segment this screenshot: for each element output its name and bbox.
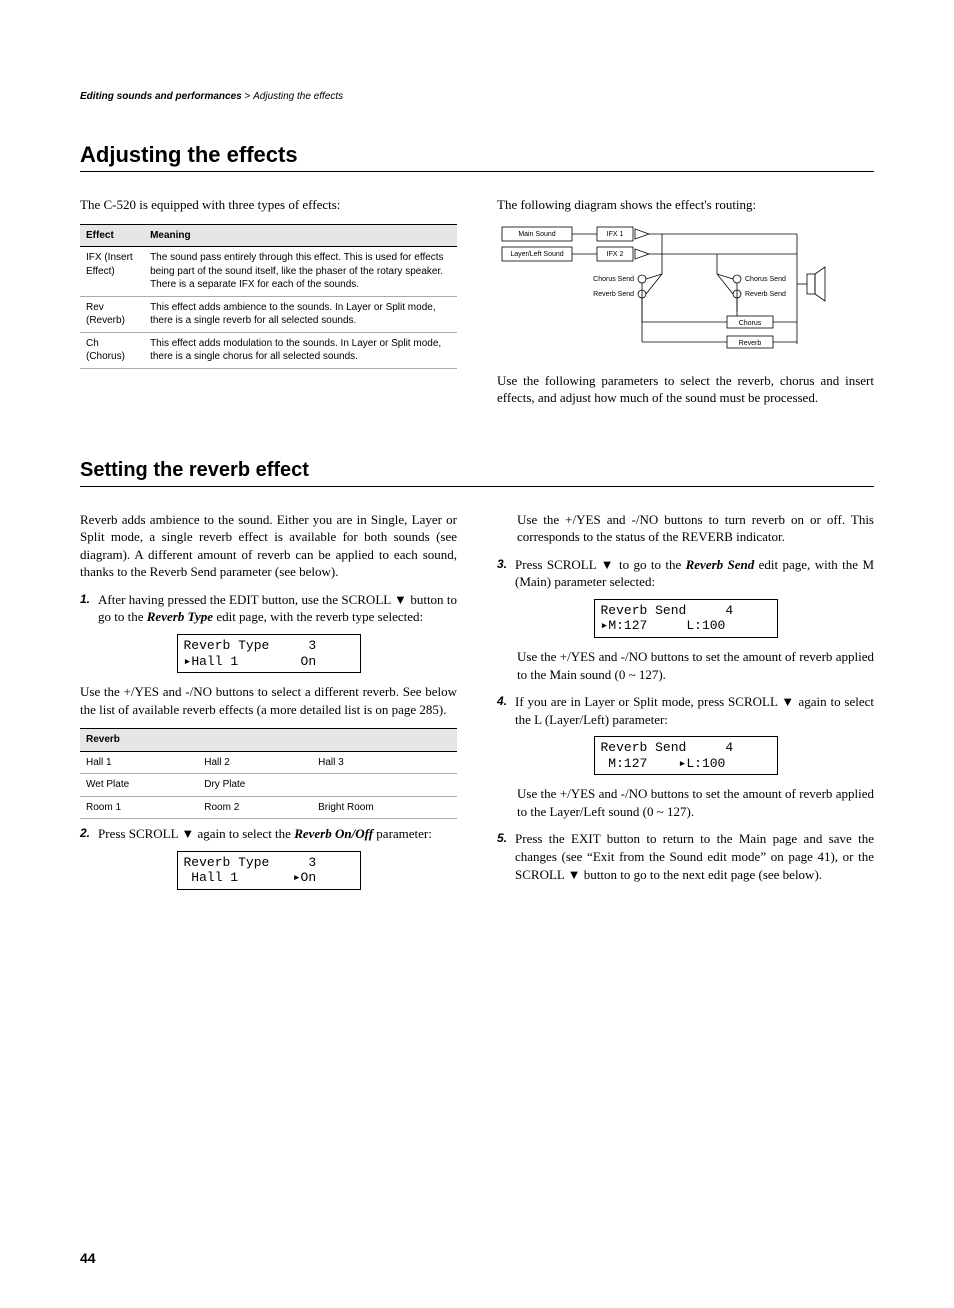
step-5: 5. Press the EXIT button to return to th… (497, 830, 874, 883)
down-arrow-icon: ▼ (394, 592, 407, 607)
breadcrumb-sep: > (244, 91, 253, 102)
diagram-reverb-send-l: Reverb Send (593, 291, 634, 298)
heading-adjusting-effects: Adjusting the effects (80, 140, 874, 173)
effects-cell: The sound pass entirely through this eff… (144, 247, 457, 297)
step1-text-a: After having pressed the EDIT button, us… (98, 592, 394, 607)
reverb-cell: Hall 3 (312, 751, 457, 774)
intro-right: The following diagram shows the effect's… (497, 196, 874, 214)
step-number: 5. (497, 830, 507, 883)
reverb-cell: Wet Plate (80, 774, 198, 797)
effects-th-effect: Effect (80, 224, 144, 247)
down-arrow-icon: ▼ (601, 557, 615, 572)
step1-bold: Reverb Type (147, 609, 213, 624)
after-diagram: Use the following parameters to select t… (497, 372, 874, 407)
breadcrumb-sub: Adjusting the effects (253, 91, 343, 102)
lcd-reverb-send-1: Reverb Send 4 ▸M:127 L:100 (594, 599, 778, 638)
step-4: 4. If you are in Layer or Split mode, pr… (497, 693, 874, 728)
step1-text-d: edit page, with the reverb type selected… (213, 609, 423, 624)
effects-cell: This effect adds ambience to the sounds.… (144, 296, 457, 332)
diagram-chorus-box: Chorus (739, 320, 762, 327)
lcd-reverb-send-2: Reverb Send 4 M:127 ▸L:100 (594, 736, 778, 775)
step-number: 2. (80, 825, 90, 843)
step2-text-a: Press SCROLL (98, 826, 181, 841)
step-1: 1. After having pressed the EDIT button,… (80, 591, 457, 626)
routing-diagram: .bx{fill:#fff;stroke:#000;stroke-width:0… (497, 224, 874, 358)
diagram-ifx2: IFX 2 (607, 251, 624, 258)
effects-cell: Ch (Chorus) (80, 332, 144, 368)
reverb-cell: Dry Plate (198, 774, 312, 797)
step2-bold: Reverb On/Off (294, 826, 373, 841)
page-number: 44 (80, 1249, 96, 1268)
step2-text-d: parameter: (373, 826, 432, 841)
down-arrow-icon: ▼ (181, 826, 194, 841)
reverb-cell (312, 774, 457, 797)
diagram-chorus-send-l: Chorus Send (593, 276, 634, 283)
step5-text-b: button to go to the next edit page (see … (581, 867, 823, 882)
after-lcd1: Use the +/YES and -/NO buttons to select… (80, 683, 457, 718)
diagram-reverb-box: Reverb (739, 340, 762, 347)
reverb-cell: Hall 2 (198, 751, 312, 774)
after-lcd4: Use the +/YES and -/NO buttons to set th… (517, 785, 874, 820)
step4-text-a: If you are in Layer or Split mode, press… (515, 694, 781, 709)
effects-cell: IFX (Insert Effect) (80, 247, 144, 297)
breadcrumb-section: Editing sounds and performances (80, 91, 242, 102)
effects-th-meaning: Meaning (144, 224, 457, 247)
reverb-intro: Reverb adds ambience to the sound. Eithe… (80, 511, 457, 581)
step-number: 1. (80, 591, 90, 626)
lcd-reverb-type-2: Reverb Type 3 Hall 1 ▸On (177, 851, 361, 890)
effects-cell: Rev (Reverb) (80, 296, 144, 332)
diagram-main-sound: Main Sound (518, 231, 555, 238)
diagram-chorus-send-r: Chorus Send (745, 276, 786, 283)
heading-setting-reverb: Setting the reverb effect (80, 457, 874, 487)
step3-text-b: to go to the (615, 557, 686, 572)
step2-text-b: again to select the (194, 826, 294, 841)
reverb-list-header: Reverb (80, 729, 457, 752)
breadcrumb: Editing sounds and performances > Adjust… (80, 90, 874, 104)
down-arrow-icon: ▼ (568, 867, 581, 882)
lcd-reverb-type-1: Reverb Type 3 ▸Hall 1 On (177, 634, 361, 673)
intro-left: The C-520 is equipped with three types o… (80, 196, 457, 214)
diagram-layer-sound: Layer/Left Sound (510, 251, 563, 258)
reverb-cell: Bright Room (312, 796, 457, 819)
effects-table: Effect Meaning IFX (Insert Effect) The s… (80, 224, 457, 369)
step3-text-a: Press SCROLL (515, 557, 601, 572)
diagram-ifx1: IFX 1 (607, 231, 624, 238)
step-number: 4. (497, 693, 507, 728)
reverb-cell: Room 1 (80, 796, 198, 819)
after-lcd3: Use the +/YES and -/NO buttons to set th… (517, 648, 874, 683)
reverb-cell: Hall 1 (80, 751, 198, 774)
reverb-cell: Room 2 (198, 796, 312, 819)
down-arrow-icon: ▼ (781, 694, 794, 709)
right-p1: Use the +/YES and -/NO buttons to turn r… (517, 511, 874, 546)
effects-cell: This effect adds modulation to the sound… (144, 332, 457, 368)
step3-bold: Reverb Send (686, 557, 755, 572)
step-number: 3. (497, 556, 507, 591)
diagram-reverb-send-r: Reverb Send (745, 291, 786, 298)
reverb-list-table: Reverb Hall 1 Hall 2 Hall 3 Wet Plate Dr… (80, 728, 457, 819)
step-3: 3. Press SCROLL ▼ to go to the Reverb Se… (497, 556, 874, 591)
step-2: 2. Press SCROLL ▼ again to select the Re… (80, 825, 457, 843)
